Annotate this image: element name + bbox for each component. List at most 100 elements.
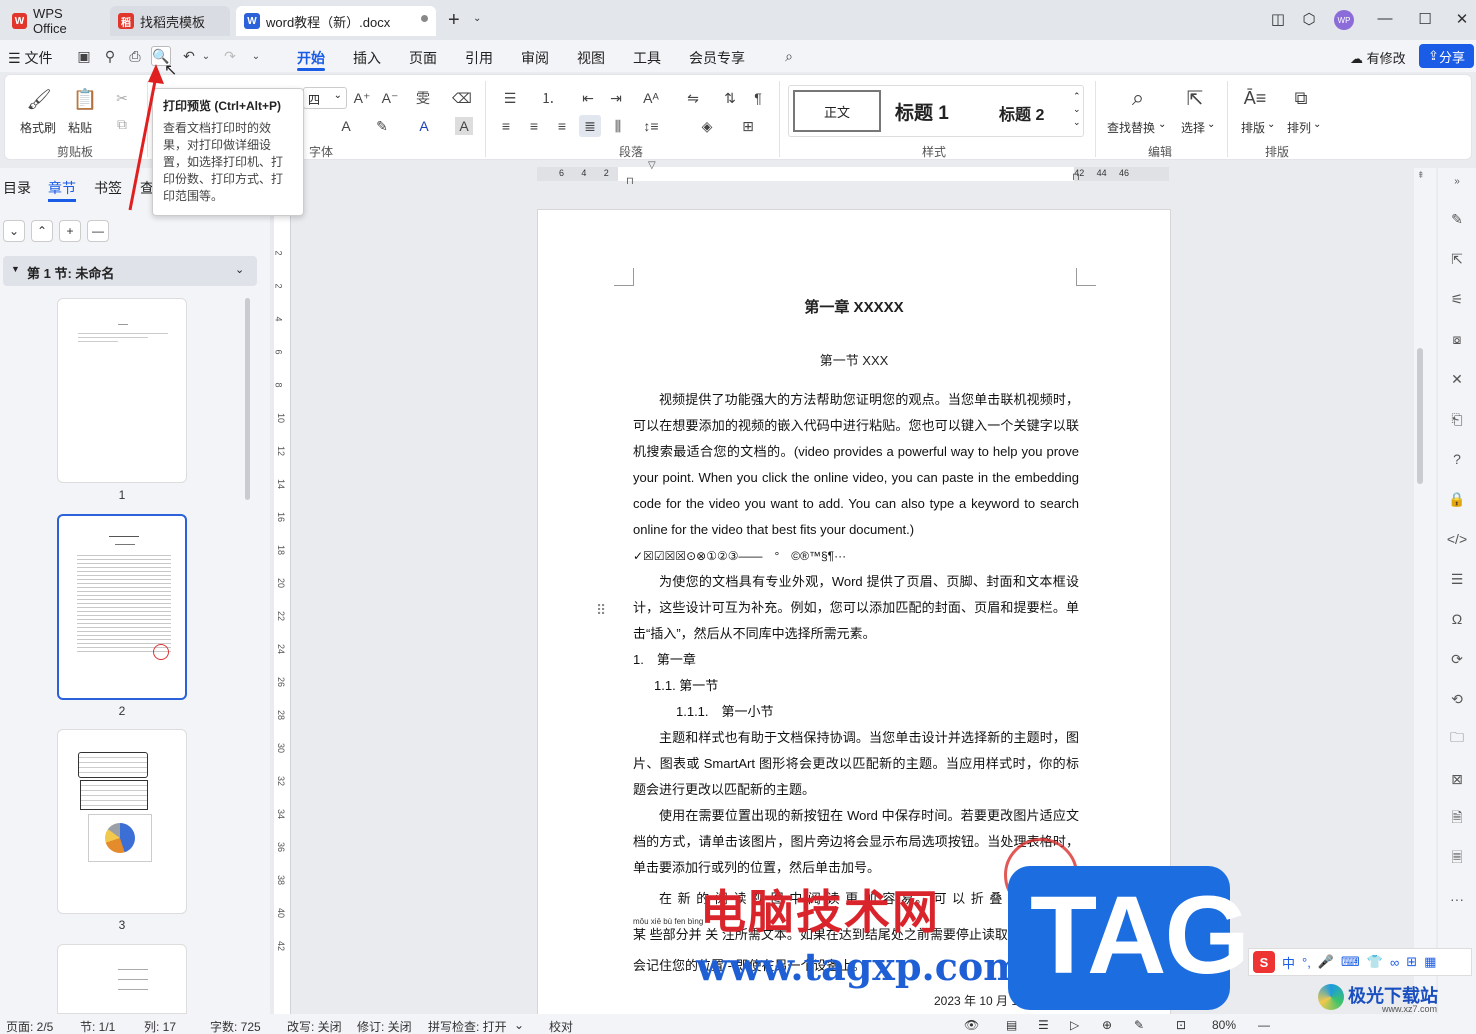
outline-view-icon[interactable]: ☰ bbox=[1038, 1018, 1049, 1032]
page-view-icon[interactable]: ▤ bbox=[1006, 1018, 1017, 1032]
ime-punct[interactable]: °, bbox=[1302, 955, 1311, 970]
avatar[interactable]: WP bbox=[1334, 10, 1354, 30]
file-check-icon[interactable]: 🗏 bbox=[1448, 849, 1466, 868]
layout-icon[interactable]: ◫ bbox=[1268, 10, 1288, 28]
decrease-font-icon[interactable]: A⁻ bbox=[381, 89, 399, 107]
play-icon[interactable]: ▷ bbox=[1070, 1018, 1079, 1032]
section-header[interactable]: ▼ 第 1 节: 未命名 ⌄ bbox=[3, 256, 257, 286]
undo-dropdown-icon[interactable]: ⌄ bbox=[196, 46, 216, 66]
shirt-icon[interactable]: 👕 bbox=[1367, 954, 1383, 970]
page-thumbnail-4[interactable] bbox=[57, 944, 187, 1014]
decrease-indent-icon[interactable]: ⇤ bbox=[579, 89, 597, 107]
paste-label[interactable]: 粘贴 bbox=[68, 119, 92, 136]
menu-member[interactable]: 会员专享 bbox=[689, 48, 745, 68]
menu-review[interactable]: 审阅 bbox=[521, 48, 549, 68]
increase-indent-icon[interactable]: ⇥ bbox=[607, 89, 625, 107]
eraser-icon[interactable]: ⌫ bbox=[452, 89, 472, 107]
grid-icon[interactable]: ⊞ bbox=[1406, 954, 1417, 970]
headset-icon[interactable]: Ω bbox=[1448, 610, 1466, 628]
menu-tools[interactable]: 工具 bbox=[633, 48, 661, 68]
text-effect-icon[interactable]: A bbox=[335, 117, 357, 135]
tab-document[interactable]: W word教程（新）.docx bbox=[236, 6, 436, 36]
tab-list-chevron-icon[interactable]: ⌄ bbox=[473, 13, 481, 24]
new-tab-button[interactable]: + bbox=[448, 9, 460, 32]
tab-bookmarks[interactable]: 书签 bbox=[94, 178, 122, 198]
game-icon[interactable]: ∞ bbox=[1390, 955, 1399, 970]
status-overtype[interactable]: 改写: 关闭 bbox=[287, 1018, 342, 1034]
close-icon[interactable]: ✕ bbox=[1452, 10, 1472, 28]
left-indent-marker-icon[interactable]: ⊓ bbox=[626, 176, 634, 187]
file-menu[interactable]: ☰ 文件 bbox=[8, 48, 52, 68]
select-cursor-icon[interactable]: ⇱ bbox=[1183, 85, 1207, 111]
pointer-icon[interactable]: ⇱ bbox=[1448, 250, 1466, 268]
justify-icon[interactable]: ≣ bbox=[579, 115, 601, 137]
scroll-up-icon[interactable]: ⇞ bbox=[1417, 170, 1425, 181]
fit-icon[interactable]: ⊡ bbox=[1176, 1018, 1186, 1032]
maximize-icon[interactable]: ☐ bbox=[1415, 10, 1435, 28]
code-icon[interactable]: </> bbox=[1447, 530, 1467, 548]
status-spellcheck[interactable]: 拼写检查: 打开 bbox=[428, 1018, 507, 1034]
align-right-icon[interactable]: ≡ bbox=[553, 117, 571, 135]
search-icon[interactable]: ⌕ bbox=[779, 46, 799, 66]
export-icon[interactable]: ⊠ bbox=[1448, 770, 1466, 788]
save-icon[interactable]: ▣ bbox=[74, 46, 94, 66]
format-painter-label[interactable]: 格式刷 bbox=[20, 119, 56, 136]
menu-view[interactable]: 视图 bbox=[577, 48, 605, 68]
layout-label[interactable]: 排版 bbox=[1241, 119, 1265, 136]
style-normal[interactable]: 正文 bbox=[793, 90, 881, 132]
phonetic-icon[interactable]: 雯 bbox=[411, 89, 435, 107]
minimize-icon[interactable]: — bbox=[1375, 10, 1395, 27]
folder-icon[interactable]: 🗀 bbox=[1448, 729, 1466, 748]
share-button[interactable]: ⇪ 分享 bbox=[1419, 44, 1474, 68]
revise-button[interactable]: ☁ 有修改 bbox=[1350, 48, 1406, 67]
status-proof[interactable]: 校对 bbox=[549, 1018, 573, 1034]
microphone-icon[interactable]: 🎤 bbox=[1318, 954, 1334, 970]
text-direction-icon[interactable]: Aᴬ bbox=[637, 89, 665, 107]
eye-icon[interactable]: 👁 bbox=[964, 1018, 979, 1032]
line-spacing-icon[interactable]: ↕≡ bbox=[637, 117, 665, 135]
sort-az-icon[interactable]: ⇅ bbox=[721, 89, 739, 107]
keyboard-icon[interactable]: ⌨ bbox=[1341, 954, 1360, 970]
status-revision[interactable]: 修订: 关闭 bbox=[357, 1018, 412, 1034]
tab-wps-office[interactable]: W WPS Office bbox=[4, 6, 104, 36]
help-icon[interactable]: ? bbox=[1448, 450, 1466, 468]
ime-toolbar[interactable]: S 中 °, 🎤 ⌨ 👕 ∞ ⊞ ▦ bbox=[1248, 948, 1472, 976]
arrange-icon[interactable]: ⧉ bbox=[1289, 85, 1313, 111]
char-shading-icon[interactable]: A bbox=[455, 117, 473, 135]
format-painter-icon[interactable]: 🖌 bbox=[26, 87, 51, 111]
right-indent-marker-icon[interactable]: ⊓ bbox=[1072, 172, 1080, 183]
pen-icon[interactable]: ✎ bbox=[1448, 210, 1466, 228]
numbered-list-icon[interactable]: ⒈ bbox=[535, 89, 561, 107]
menu-page[interactable]: 页面 bbox=[409, 48, 437, 68]
drag-handle-icon[interactable]: ⠿ bbox=[596, 602, 606, 619]
zoom-out-icon[interactable]: — bbox=[1258, 1018, 1270, 1032]
show-marks-icon[interactable]: ¶ bbox=[749, 89, 767, 107]
web-view-icon[interactable]: ⊕ bbox=[1102, 1018, 1112, 1032]
font-color-icon[interactable]: A bbox=[413, 117, 435, 135]
book-icon[interactable]: ⎗ bbox=[1448, 410, 1466, 428]
paste-icon[interactable]: 📋 bbox=[73, 87, 98, 111]
styles-scroll-icon[interactable]: ⌃ ⌄ ⌄ bbox=[1073, 90, 1081, 129]
add-section-icon[interactable]: + bbox=[59, 220, 81, 242]
status-words[interactable]: 字数: 725 bbox=[210, 1018, 261, 1034]
menu-insert[interactable]: 插入 bbox=[353, 48, 381, 68]
bullet-list-icon[interactable]: ☰ bbox=[497, 89, 523, 107]
border-icon[interactable]: ⊞ bbox=[735, 117, 761, 135]
more-icon[interactable]: ··· bbox=[1448, 890, 1466, 908]
redo-icon[interactable]: ↷ bbox=[220, 46, 240, 66]
layout-text-icon[interactable]: Ā≡ bbox=[1243, 85, 1267, 111]
image-icon[interactable]: ⧇ bbox=[1448, 330, 1466, 348]
zoom-level[interactable]: 80% bbox=[1212, 1018, 1236, 1032]
select-label[interactable]: 选择 bbox=[1181, 119, 1205, 136]
sogou-icon[interactable]: S bbox=[1253, 951, 1275, 973]
scrollbar[interactable] bbox=[245, 298, 250, 500]
find-replace-label[interactable]: 查找替换 bbox=[1107, 119, 1155, 136]
link-icon[interactable]: ⚲ bbox=[100, 46, 120, 66]
status-page[interactable]: 页面: 2/5 bbox=[6, 1018, 53, 1034]
fill-icon[interactable]: ◈ bbox=[693, 117, 721, 135]
tools-icon[interactable]: ✕ bbox=[1448, 370, 1466, 388]
collapse-sidebar-icon[interactable]: » bbox=[1448, 172, 1466, 190]
tab-toc[interactable]: 目录 bbox=[3, 178, 31, 198]
arrange-label[interactable]: 排列 bbox=[1287, 119, 1311, 136]
document-icon[interactable]: 🗎 bbox=[1448, 809, 1466, 828]
